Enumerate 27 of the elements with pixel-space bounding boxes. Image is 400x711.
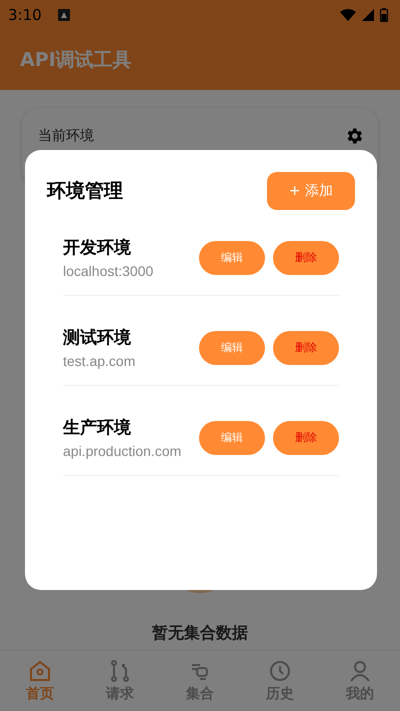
add-button[interactable]: + 添加 bbox=[267, 172, 355, 210]
delete-button[interactable]: 删除 bbox=[273, 330, 339, 364]
clock-icon bbox=[268, 659, 292, 683]
nav-tab[interactable]: 首页 bbox=[0, 651, 80, 711]
current-environment-label: 当前环境 bbox=[38, 127, 94, 145]
user-icon bbox=[348, 659, 372, 683]
branch-icon bbox=[108, 659, 132, 683]
environment-url: api.production.com bbox=[63, 443, 182, 459]
wifi-icon bbox=[340, 9, 356, 21]
app-title: API调试工具 bbox=[20, 48, 132, 73]
edit-button[interactable]: 编辑 bbox=[199, 420, 265, 454]
environment-name: 测试环境 bbox=[63, 327, 132, 349]
delete-button[interactable]: 删除 bbox=[273, 420, 339, 454]
environment-url: test.ap.com bbox=[63, 353, 136, 369]
environment-url: localhost:3000 bbox=[63, 263, 154, 279]
status-time: 3:10 bbox=[8, 6, 42, 24]
signal-icon bbox=[362, 9, 374, 21]
battery-icon bbox=[380, 8, 388, 22]
dialog-title: 环境管理 bbox=[47, 179, 123, 204]
delete-button[interactable]: 删除 bbox=[273, 240, 339, 274]
notification-icon bbox=[58, 9, 70, 21]
edit-button[interactable]: 编辑 bbox=[199, 330, 265, 364]
empty-state-text: 暂无集合数据 bbox=[152, 623, 248, 644]
environment-name: 开发环境 bbox=[63, 237, 132, 259]
home-icon bbox=[28, 659, 52, 683]
edit-button[interactable]: 编辑 bbox=[199, 240, 265, 274]
environment-name: 生产环境 bbox=[63, 417, 132, 439]
